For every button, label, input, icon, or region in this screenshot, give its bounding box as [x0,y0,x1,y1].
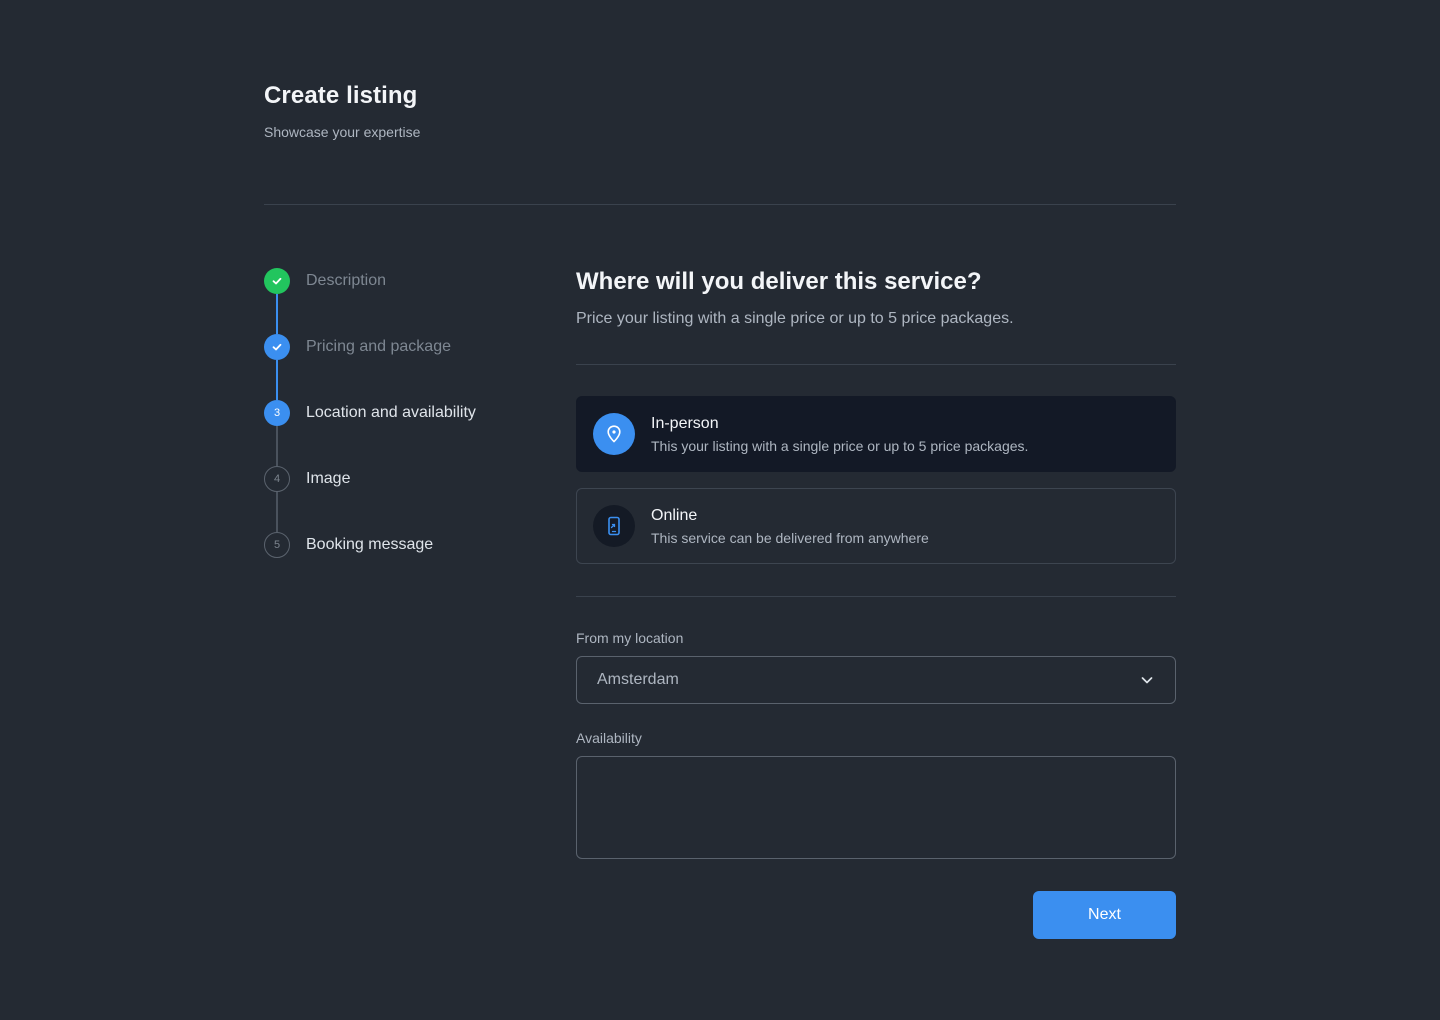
step-number: 5 [264,532,290,558]
page-title: Create listing [264,82,418,109]
page-header: Create listing Showcase your expertise [264,82,420,140]
step-label: Location and availability [306,404,476,421]
delivery-section-heading: Where will you deliver this service? Pri… [576,268,1176,328]
location-select[interactable]: Amsterdam [576,656,1176,704]
step-number: 3 [264,400,290,426]
availability-label: Availability [576,730,642,746]
step-description[interactable]: Description [264,268,386,294]
option-in-person[interactable]: In-person This your listing with a singl… [576,396,1176,472]
option-online[interactable]: Online This service can be delivered fro… [576,488,1176,564]
step-connector-2 [276,360,278,400]
step-pricing-and-package[interactable]: Pricing and package [264,334,451,360]
step-location-and-availability[interactable]: 3 Location and availability [264,400,476,426]
location-value: Amsterdam [597,671,679,688]
step-label: Booking message [306,536,434,553]
form-divider [576,596,1176,597]
check-icon [264,268,290,294]
option-description: This service can be delivered from anywh… [651,529,929,546]
mobile-phone-icon [593,505,635,547]
availability-textarea[interactable] [576,756,1176,859]
chevron-down-icon [1141,677,1153,684]
progress-stepper: Description Pricing and package 3 Locati… [264,268,544,568]
location-pin-icon [593,413,635,455]
step-number: 4 [264,466,290,492]
next-button[interactable]: Next [1033,891,1176,939]
header-divider [264,204,1176,205]
option-title: In-person [651,414,719,432]
section-divider [576,364,1176,365]
step-image[interactable]: 4 Image [264,466,350,492]
step-label: Description [306,272,387,289]
check-icon [264,334,290,360]
create-listing-page: Create listing Showcase your expertise D… [0,0,1440,1020]
step-connector-1 [276,294,278,334]
step-label: Pricing and package [306,338,451,355]
section-title: Where will you deliver this service? [576,268,982,295]
step-label: Image [306,470,351,487]
option-description: This your listing with a single price or… [651,437,1029,454]
option-title: Online [651,506,698,524]
step-connector-4 [276,492,278,532]
step-booking-message[interactable]: 5 Booking message [264,532,433,558]
step-connector-3 [276,426,278,466]
page-subtitle: Showcase your expertise [264,124,421,140]
location-label: From my location [576,630,684,646]
section-description: Price your listing with a single price o… [576,310,1014,327]
